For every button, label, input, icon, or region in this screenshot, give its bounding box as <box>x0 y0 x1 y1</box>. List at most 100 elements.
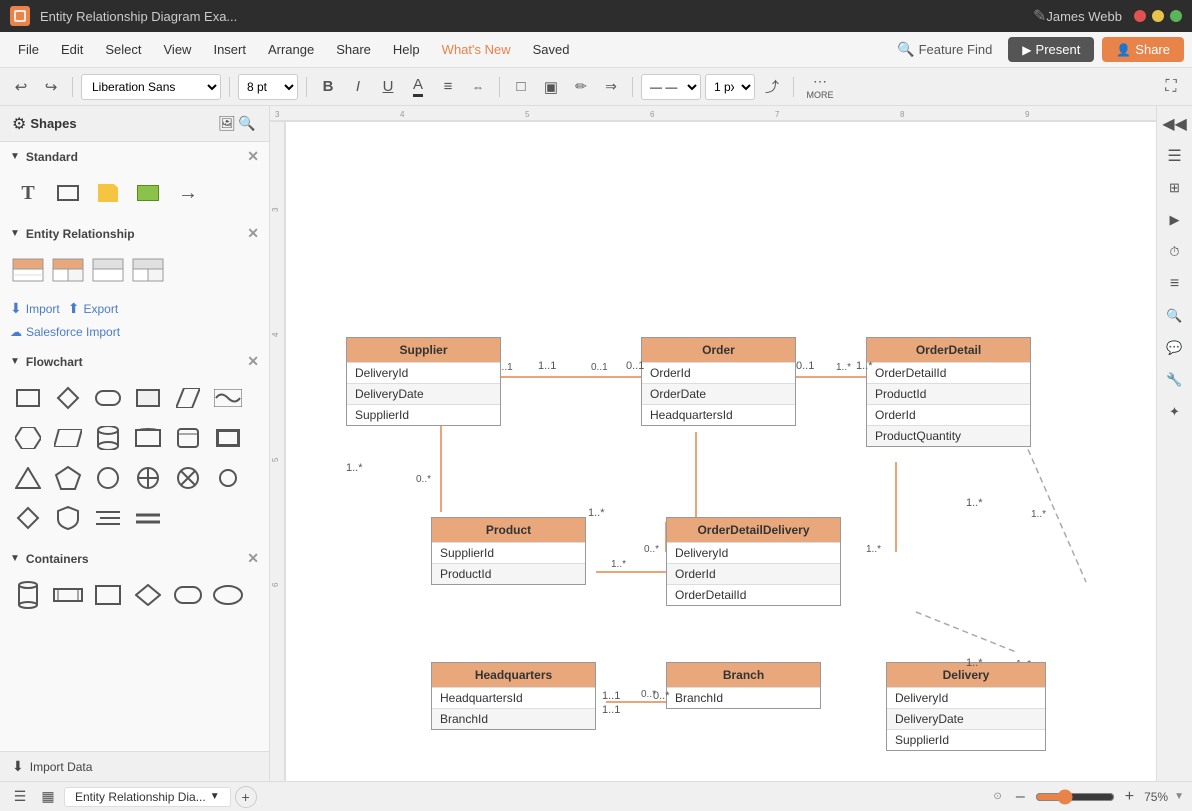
salesforce-btn[interactable]: ☁ Salesforce Import <box>10 325 259 339</box>
line-px-selector[interactable]: 1 px 2 px 3 px <box>705 74 755 100</box>
menu-share[interactable]: Share <box>326 38 381 61</box>
menu-help[interactable]: Help <box>383 38 430 61</box>
zoom-slider[interactable] <box>1035 789 1115 805</box>
rect-shape[interactable] <box>50 175 86 211</box>
menu-select[interactable]: Select <box>95 38 151 61</box>
bg-fill-btn[interactable]: ▣ <box>538 74 564 100</box>
fc-lines[interactable] <box>90 500 126 536</box>
font-size-selector[interactable]: 8 pt <box>238 74 298 100</box>
active-tab[interactable]: Entity Relationship Dia... ▼ <box>64 787 231 807</box>
underline-btn[interactable]: U <box>375 74 401 100</box>
line-style-selector[interactable]: — — ——— <box>641 74 701 100</box>
fc-equals[interactable] <box>130 500 166 536</box>
ct-banner[interactable] <box>50 577 86 613</box>
fc-sm-circle[interactable] <box>210 460 246 496</box>
zoom-out-btn[interactable]: – <box>1012 786 1029 808</box>
bold-btn[interactable]: B <box>315 74 341 100</box>
redo-btn[interactable]: ↪ <box>38 74 64 100</box>
fc-tape[interactable] <box>130 420 166 456</box>
fc-diamond2[interactable] <box>10 500 46 536</box>
fc-flag[interactable] <box>170 380 206 416</box>
sidebar-image-icon[interactable]: 🖼 <box>217 114 237 134</box>
more-btn[interactable]: ⋯ MORE <box>802 74 838 100</box>
menu-saved[interactable]: Saved <box>523 38 580 61</box>
fc-rect[interactable] <box>10 380 46 416</box>
line-color-btn[interactable]: ✏ <box>568 74 594 100</box>
import-data-bar[interactable]: ⬇ Import Data <box>0 751 269 781</box>
er-shape-4[interactable] <box>130 252 166 288</box>
flowchart-section-header[interactable]: ▼ Flowchart ✕ <box>0 347 269 376</box>
share-button[interactable]: 👤 Share <box>1102 37 1184 62</box>
export-btn[interactable]: ⬆ Export <box>68 300 118 317</box>
right-btn-layers[interactable]: ⊞ <box>1161 174 1189 202</box>
list-view-icon[interactable]: ☰ <box>8 785 32 809</box>
grid-view-icon[interactable]: ▦ <box>36 785 60 809</box>
entity-headquarters[interactable]: Headquarters HeadquartersId BranchId <box>431 662 596 730</box>
align-btn[interactable]: ≡ <box>435 74 461 100</box>
fc-rounded[interactable] <box>90 380 126 416</box>
arrow-shape[interactable]: → <box>170 175 206 211</box>
import-btn[interactable]: ⬇ Import <box>10 300 60 317</box>
zoom-in-btn[interactable]: + <box>1121 786 1138 808</box>
menu-file[interactable]: File <box>8 38 49 61</box>
fc-crosshair[interactable] <box>130 460 166 496</box>
canvas-area[interactable]: 3 4 5 6 7 8 9 3 4 5 6 <box>270 106 1156 781</box>
fc-paral[interactable] <box>50 420 86 456</box>
undo-btn[interactable]: ↩ <box>8 74 34 100</box>
connector-style-btn[interactable]: ⤴ <box>759 74 785 100</box>
italic-btn[interactable]: I <box>345 74 371 100</box>
connection-btn[interactable]: ⇒ <box>598 74 624 100</box>
green-rect-shape[interactable] <box>130 175 166 211</box>
text-shape[interactable]: T <box>10 175 46 211</box>
fc-rect3[interactable] <box>210 420 246 456</box>
present-button[interactable]: ▶ Present <box>1008 37 1094 62</box>
fc-pentagon[interactable] <box>50 460 86 496</box>
font-color-btn[interactable]: A <box>405 74 431 100</box>
right-btn-extras[interactable]: ✦ <box>1161 398 1189 426</box>
right-btn-comments[interactable]: 💬 <box>1161 334 1189 362</box>
entity-supplier[interactable]: Supplier DeliveryId DeliveryDate Supplie… <box>346 337 501 426</box>
fc-curved[interactable] <box>210 380 246 416</box>
right-btn-expand[interactable]: ◀◀ <box>1161 110 1189 138</box>
menu-whats-new[interactable]: What's New <box>432 38 521 61</box>
fc-shield[interactable] <box>50 500 86 536</box>
canvas-content[interactable]: 0..* 1..* 1..1 0..1 0..1 1..* 0..* 1..* <box>286 122 1156 781</box>
add-tab-btn[interactable]: + <box>235 786 257 808</box>
er-section-header[interactable]: ▼ Entity Relationship ✕ <box>0 219 269 248</box>
containers-section-header[interactable]: ▼ Containers ✕ <box>0 544 269 573</box>
ct-rect[interactable] <box>90 577 126 613</box>
feature-find-btn[interactable]: 🔍 Feature Find <box>889 37 1000 62</box>
flowchart-close-icon[interactable]: ✕ <box>247 353 259 370</box>
fc-circle[interactable] <box>90 460 126 496</box>
right-btn-plugins[interactable]: 🔧 <box>1161 366 1189 394</box>
right-btn-timer[interactable]: ⏱ <box>1161 238 1189 266</box>
entity-product[interactable]: Product SupplierId ProductId <box>431 517 586 585</box>
ct-rounded[interactable] <box>170 577 206 613</box>
standard-close-icon[interactable]: ✕ <box>247 148 259 165</box>
er-shape-3[interactable] <box>90 252 126 288</box>
minimize-window-btn[interactable] <box>1152 10 1164 22</box>
entity-order-detail[interactable]: OrderDetail OrderDetailId ProductId Orde… <box>866 337 1031 447</box>
maximize-window-btn[interactable] <box>1170 10 1182 22</box>
right-btn-search[interactable]: 🔍 <box>1161 302 1189 330</box>
close-window-btn[interactable] <box>1134 10 1146 22</box>
menu-edit[interactable]: Edit <box>51 38 93 61</box>
font-selector[interactable]: Liberation Sans <box>81 74 221 100</box>
fc-scroll[interactable] <box>170 420 206 456</box>
fc-hex[interactable] <box>10 420 46 456</box>
fc-triangle[interactable] <box>10 460 46 496</box>
fullscreen-btn[interactable]: ⛶ <box>1158 74 1184 100</box>
right-btn-pages[interactable]: ☰ <box>1161 142 1189 170</box>
fill-color-btn[interactable]: □ <box>508 74 534 100</box>
entity-branch[interactable]: Branch BranchId <box>666 662 821 709</box>
sidebar-gear-icon[interactable]: ⚙ <box>12 114 26 134</box>
sidebar-search-icon[interactable]: 🔍 <box>237 114 257 134</box>
er-shape-2[interactable] <box>50 252 86 288</box>
text-dir-btn[interactable]: ⇔ <box>465 74 491 100</box>
containers-close-icon[interactable]: ✕ <box>247 550 259 567</box>
right-btn-present[interactable]: ▶ <box>1161 206 1189 234</box>
entity-order[interactable]: Order OrderId OrderDate HeadquartersId <box>641 337 796 426</box>
fc-x-circle[interactable] <box>170 460 206 496</box>
right-btn-format[interactable]: ≡ <box>1161 270 1189 298</box>
ct-cylinder[interactable] <box>10 577 46 613</box>
